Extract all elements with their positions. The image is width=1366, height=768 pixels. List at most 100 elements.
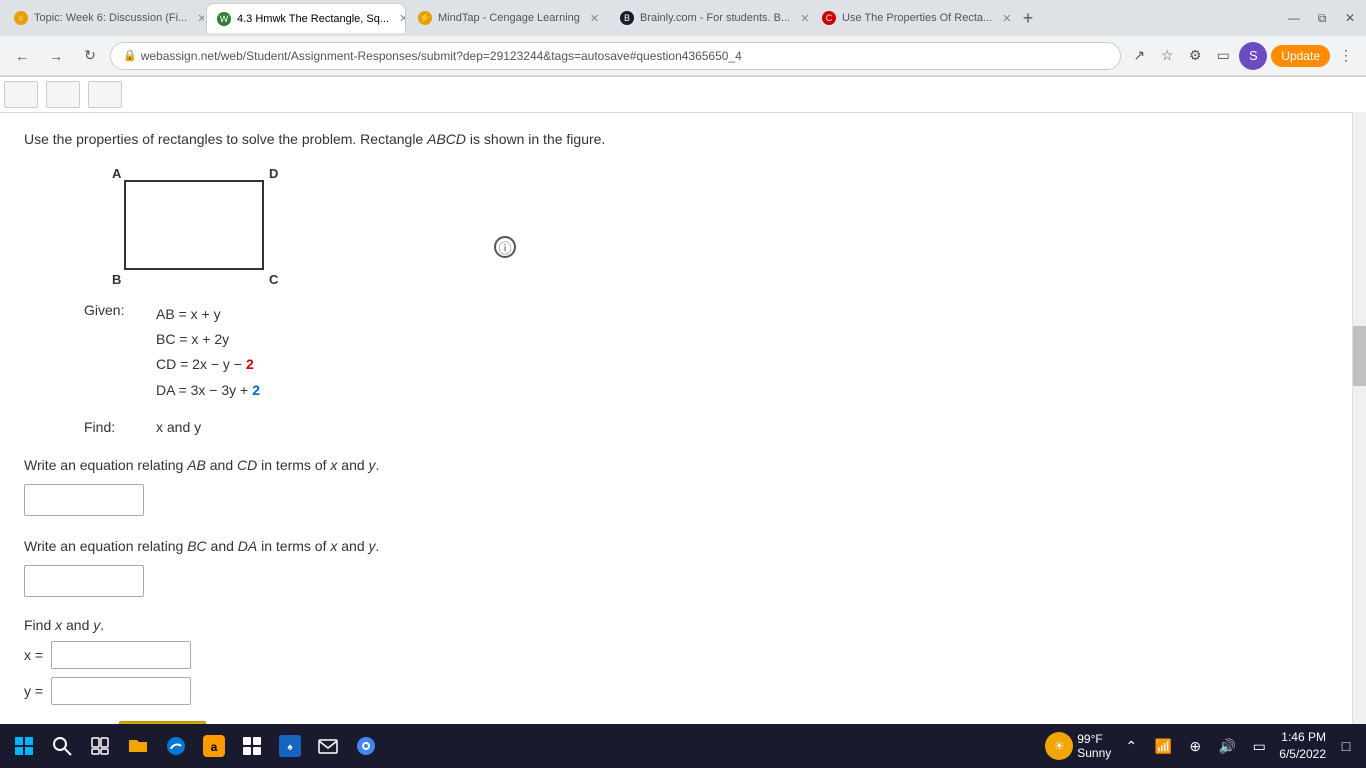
- chrome-button[interactable]: [350, 730, 382, 762]
- find-label: Find:: [84, 419, 144, 435]
- find-xy-title: Find x and y.: [24, 617, 1342, 633]
- eq-bc: BC = x + 2y: [156, 327, 260, 352]
- tray-arrow-icon[interactable]: ⌃: [1119, 734, 1143, 758]
- y-row: y =: [24, 677, 1342, 705]
- tab-3-favicon: ⚡: [418, 11, 432, 25]
- file-explorer-button[interactable]: [122, 730, 154, 762]
- eq-da-blue: 2: [252, 378, 260, 403]
- rectangle-shape: [124, 180, 264, 270]
- eq-cd-red: 2: [246, 352, 254, 377]
- eq-da-pre: DA = 3x − 3y +: [156, 378, 248, 403]
- tab-5-favicon: C: [822, 11, 836, 25]
- tab-4-close[interactable]: ✕: [800, 12, 809, 25]
- weather-widget: ☀ 99°F Sunny: [1045, 732, 1111, 760]
- question-block-1: Write an equation relating AB and CD in …: [24, 455, 1342, 516]
- search-taskbar-button[interactable]: [46, 730, 78, 762]
- mail-button[interactable]: [312, 730, 344, 762]
- forward-button[interactable]: →: [42, 42, 70, 70]
- eq-bc-text: BC = x + 2y: [156, 327, 229, 352]
- rect-diagram: A D B C: [104, 166, 304, 286]
- tab-4[interactable]: B Brainly.com - For students. B... ✕: [610, 3, 810, 33]
- task-view-icon: [90, 736, 110, 756]
- given-label: Given:: [84, 302, 144, 403]
- task-view-button[interactable]: [84, 730, 116, 762]
- label-b: B: [112, 272, 121, 287]
- notification-icon[interactable]: □: [1334, 734, 1358, 758]
- answer-input-1[interactable]: [24, 484, 144, 516]
- action-bar: [0, 77, 1366, 113]
- eq-ab-text: AB = x + y: [156, 302, 221, 327]
- solitaire-button[interactable]: ♠: [274, 730, 306, 762]
- wifi-icon[interactable]: ⊕: [1183, 734, 1207, 758]
- scroll-thumb[interactable]: [1353, 326, 1366, 386]
- action-button-1[interactable]: [4, 81, 38, 108]
- tab-1-favicon: ○: [14, 11, 28, 25]
- svg-text:a: a: [211, 740, 218, 754]
- update-button[interactable]: Update: [1271, 45, 1330, 67]
- volume-icon[interactable]: 🔊: [1215, 734, 1239, 758]
- answer-input-2[interactable]: [24, 565, 144, 597]
- extensions-icon[interactable]: ⚙: [1183, 44, 1207, 68]
- x-label: x =: [24, 647, 43, 663]
- solitaire-icon: ♠: [279, 735, 301, 757]
- x-row: x =: [24, 641, 1342, 669]
- mail-icon: [317, 735, 339, 757]
- given-equations: AB = x + y BC = x + 2y CD = 2x − y − 2 D…: [156, 302, 260, 403]
- browser-chrome: ○ Topic: Week 6: Discussion (Fi... ✕ W 4…: [0, 0, 1366, 77]
- grid-button[interactable]: [236, 730, 268, 762]
- edge-taskbar-button[interactable]: [160, 730, 192, 762]
- restore-icon[interactable]: ⧉: [1310, 6, 1334, 30]
- y-input[interactable]: [51, 677, 191, 705]
- share-icon[interactable]: ↗: [1127, 44, 1151, 68]
- eq-cd: CD = 2x − y − 2: [156, 352, 260, 377]
- edge-taskbar-icon: [165, 735, 187, 757]
- tab-5-close[interactable]: ✕: [1002, 12, 1011, 25]
- star-icon[interactable]: ☆: [1155, 44, 1179, 68]
- minimize-icon[interactable]: —: [1282, 6, 1306, 30]
- tab-4-label: Brainly.com - For students. B...: [640, 12, 790, 24]
- date-display: 6/5/2022: [1279, 746, 1326, 763]
- info-icon[interactable]: ⓘ: [494, 236, 516, 258]
- amazon-button[interactable]: a: [198, 730, 230, 762]
- action-button-2[interactable]: [46, 81, 80, 108]
- rectangle-figure: A D B C ⓘ: [104, 166, 504, 286]
- profile-icon[interactable]: S: [1239, 42, 1267, 70]
- tab-1[interactable]: ○ Topic: Week 6: Discussion (Fi... ✕: [4, 3, 204, 33]
- chrome-icon: [355, 735, 377, 757]
- window-controls: — ⧉ ✕: [1282, 6, 1362, 30]
- new-tab-button[interactable]: +: [1014, 4, 1042, 32]
- battery-icon[interactable]: ▭: [1247, 734, 1271, 758]
- windows-icon: [14, 736, 34, 756]
- tab-3[interactable]: ⚡ MindTap - Cengage Learning ✕: [408, 3, 608, 33]
- question-1-text: Write an equation relating AB and CD in …: [24, 455, 1342, 476]
- sidebar-toggle-icon[interactable]: ▭: [1211, 44, 1235, 68]
- address-bar[interactable]: 🔒 webassign.net/web/Student/Assignment-R…: [110, 42, 1121, 70]
- tab-3-close[interactable]: ✕: [590, 12, 599, 25]
- taskbar-clock: 1:46 PM 6/5/2022: [1279, 729, 1326, 763]
- action-button-3[interactable]: [88, 81, 122, 108]
- page-scrollbar[interactable]: [1352, 112, 1366, 724]
- amazon-icon: a: [203, 735, 225, 757]
- find-section: Find: x and y: [84, 419, 1342, 435]
- address-text: webassign.net/web/Student/Assignment-Res…: [141, 49, 742, 63]
- file-explorer-icon: [126, 734, 150, 758]
- tab-4-favicon: B: [620, 11, 634, 25]
- back-button[interactable]: ←: [8, 42, 36, 70]
- tab-2[interactable]: W 4.3 Hmwk The Rectangle, Sq... ✕: [206, 3, 406, 33]
- nav-actions: ↗ ☆ ⚙ ▭ S Update ⋮: [1127, 42, 1358, 70]
- start-button[interactable]: [8, 730, 40, 762]
- weather-desc: Sunny: [1077, 746, 1111, 760]
- network-icon[interactable]: 📶: [1151, 734, 1175, 758]
- reload-button[interactable]: ↻: [76, 42, 104, 70]
- tab-5[interactable]: C Use The Properties Of Recta... ✕: [812, 3, 1012, 33]
- sun-icon: ☀: [1045, 732, 1073, 760]
- find-text: x and y: [156, 419, 201, 435]
- close-window-icon[interactable]: ✕: [1338, 6, 1362, 30]
- tab-2-close[interactable]: ✕: [399, 12, 406, 25]
- label-d: D: [269, 166, 278, 181]
- tab-1-close[interactable]: ✕: [197, 12, 204, 25]
- menu-icon[interactable]: ⋮: [1334, 44, 1358, 68]
- problem-intro: Use the properties of rectangles to solv…: [24, 129, 1342, 150]
- tab-2-favicon: W: [217, 12, 231, 26]
- x-input[interactable]: [51, 641, 191, 669]
